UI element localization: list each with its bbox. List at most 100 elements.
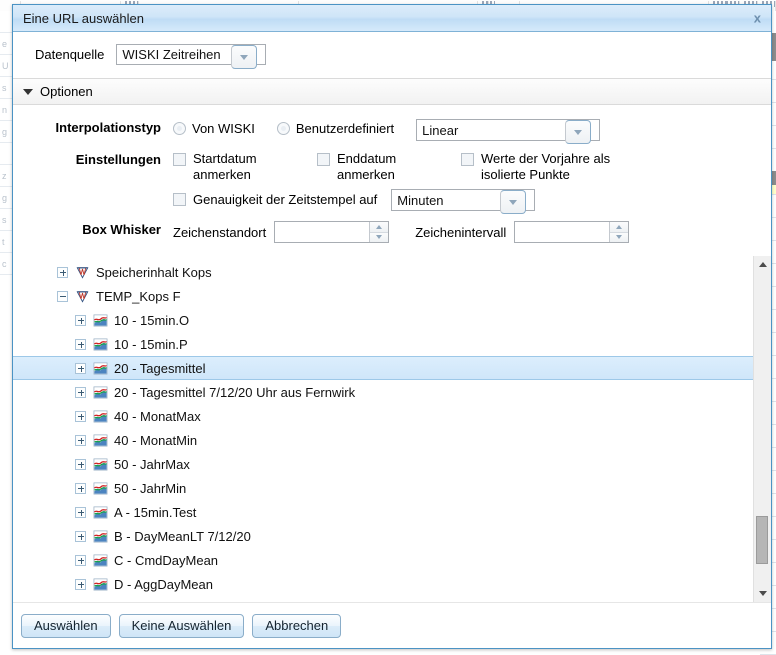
timeseries-chart-icon: [93, 337, 108, 352]
tree-node[interactable]: 20 - Tagesmittel 7/12/20 Uhr aus Fernwir…: [13, 380, 753, 404]
background-row: s: [0, 77, 12, 99]
tree-node-list[interactable]: Speicherinhalt Kops TEMP_Kops F 10 - 15min…: [13, 256, 753, 602]
chevron-down-icon[interactable]: [565, 120, 591, 144]
zeichenstandort-input[interactable]: [275, 222, 369, 242]
timeseries-chart-icon: [93, 577, 108, 592]
chevron-down-icon[interactable]: [500, 190, 526, 214]
expand-icon[interactable]: [75, 411, 86, 422]
background-row: c: [0, 253, 12, 275]
interpolation-select-value: Linear: [417, 120, 565, 140]
stepper-up-icon[interactable]: [370, 222, 388, 232]
tree-node[interactable]: 40 - MonatMin: [13, 428, 753, 452]
checkbox-startdatum[interactable]: Startdatum anmerken: [173, 151, 309, 183]
checkbox-icon[interactable]: [173, 153, 186, 166]
precision-select[interactable]: Minuten: [391, 189, 535, 211]
expand-icon[interactable]: [75, 507, 86, 518]
tree-node-label: Speicherinhalt Kops: [96, 265, 212, 280]
tree-scrollbar[interactable]: [753, 256, 771, 602]
tree-node[interactable]: 10 - 15min.O: [13, 308, 753, 332]
checkbox-genauigkeit[interactable]: Genauigkeit der Zeitstempel auf: [173, 192, 377, 208]
expand-icon[interactable]: [75, 555, 86, 566]
expand-icon[interactable]: [75, 531, 86, 542]
timeseries-chart-icon: [93, 385, 108, 400]
select-button[interactable]: Auswählen: [21, 614, 111, 638]
stepper-up-icon[interactable]: [610, 222, 628, 232]
radio-benutzerdefiniert-label: Benutzerdefiniert: [296, 121, 394, 136]
datasource-row: Datenquelle WISKI Zeitreihen: [13, 32, 771, 78]
background-row: e: [0, 33, 12, 55]
tree-node-label: 40 - MonatMin: [114, 433, 197, 448]
stepper-down-icon[interactable]: [370, 232, 388, 243]
chevron-down-icon[interactable]: [231, 45, 257, 69]
stepper-down-icon[interactable]: [610, 232, 628, 243]
dialog-title: Eine URL auswählen: [23, 11, 144, 26]
tree-node-label: 10 - 15min.O: [114, 313, 189, 328]
expand-icon[interactable]: [75, 315, 86, 326]
tree-node[interactable]: 10 - 15min.P: [13, 332, 753, 356]
wiski-station-icon: [75, 601, 90, 603]
expand-icon[interactable]: [75, 459, 86, 470]
radio-von-wiski-label: Von WISKI: [192, 121, 255, 136]
tree-node-label: TEMP_Kops F: [96, 289, 181, 304]
scrollbar-track[interactable]: [754, 273, 771, 585]
tree-node[interactable]: 50 - JahrMin: [13, 476, 753, 500]
collapse-icon[interactable]: [57, 291, 68, 302]
tree-node[interactable]: TEMP_Kops F: [13, 284, 753, 308]
options-panel: Interpolationstyp Von WISKI Benutzerdefi…: [13, 105, 771, 255]
tree-node[interactable]: D - AggDayMean: [13, 572, 753, 596]
zeichenintervall-input[interactable]: [515, 222, 609, 242]
timeseries-chart-icon: [93, 553, 108, 568]
tree-node[interactable]: W: [13, 596, 753, 602]
deselect-button[interactable]: Keine Auswählen: [119, 614, 245, 638]
tree-node[interactable]: Speicherinhalt Kops: [13, 260, 753, 284]
expand-icon[interactable]: [75, 483, 86, 494]
tree-node[interactable]: 50 - JahrMax: [13, 452, 753, 476]
expand-icon[interactable]: [75, 579, 86, 590]
scroll-down-icon[interactable]: [754, 585, 771, 602]
timeseries-chart-icon: [93, 457, 108, 472]
cancel-button[interactable]: Abbrechen: [252, 614, 341, 638]
zeichenstandort-label: Zeichenstandort: [173, 225, 266, 240]
checkbox-vorjahre[interactable]: Werte der Vorjahre als isolierte Punkte: [461, 151, 653, 183]
zeichenstandort-stepper[interactable]: [274, 221, 389, 243]
tree-node-label: W: [96, 601, 108, 603]
tree-node[interactable]: C - CmdDayMean: [13, 548, 753, 572]
tree-node[interactable]: B - DayMeanLT 7/12/20: [13, 524, 753, 548]
stepper-arrows[interactable]: [369, 222, 388, 242]
options-section-header[interactable]: Optionen: [13, 78, 771, 105]
expand-icon[interactable]: [75, 387, 86, 398]
stepper-arrows[interactable]: [609, 222, 628, 242]
timeseries-chart-icon: [93, 505, 108, 520]
radio-von-wiski[interactable]: Von WISKI: [173, 119, 255, 137]
tree-node[interactable]: 20 - Tagesmittel: [13, 356, 753, 380]
background-row: [0, 143, 12, 165]
zeichenintervall-stepper[interactable]: [514, 221, 629, 243]
close-icon[interactable]: x: [754, 12, 761, 25]
tree-node[interactable]: A - 15min.Test: [13, 500, 753, 524]
radio-icon[interactable]: [277, 122, 290, 135]
background-left-column: eUsngzgstc: [0, 11, 12, 653]
tree-node-label: 10 - 15min.P: [114, 337, 188, 352]
dialog-titlebar: Eine URL auswählen x: [13, 5, 771, 32]
expand-icon[interactable]: [75, 339, 86, 350]
interpolation-select[interactable]: Linear: [416, 119, 600, 141]
tree-node-label: C - CmdDayMean: [114, 553, 218, 568]
checkbox-icon[interactable]: [461, 153, 474, 166]
checkbox-vorjahre-label: Werte der Vorjahre als isolierte Punkte: [481, 151, 653, 183]
tree-node-label: 20 - Tagesmittel 7/12/20 Uhr aus Fernwir…: [114, 385, 355, 400]
scrollbar-thumb[interactable]: [756, 516, 768, 564]
datasource-select[interactable]: WISKI Zeitreihen: [116, 44, 266, 65]
checkbox-icon[interactable]: [173, 193, 186, 206]
expand-icon[interactable]: [57, 267, 68, 278]
checkbox-enddatum[interactable]: Enddatum anmerken: [317, 151, 453, 183]
radio-icon[interactable]: [173, 122, 186, 135]
tree-node[interactable]: 40 - MonatMax: [13, 404, 753, 428]
expand-icon[interactable]: [75, 363, 86, 374]
checkbox-icon[interactable]: [317, 153, 330, 166]
radio-benutzerdefiniert[interactable]: Benutzerdefiniert: [277, 119, 394, 137]
scroll-up-icon[interactable]: [754, 256, 771, 273]
expand-icon[interactable]: [75, 435, 86, 446]
timeseries-chart-icon: [93, 313, 108, 328]
tree-node-label: B - DayMeanLT 7/12/20: [114, 529, 251, 544]
checkbox-genauigkeit-label: Genauigkeit der Zeitstempel auf: [193, 192, 377, 208]
